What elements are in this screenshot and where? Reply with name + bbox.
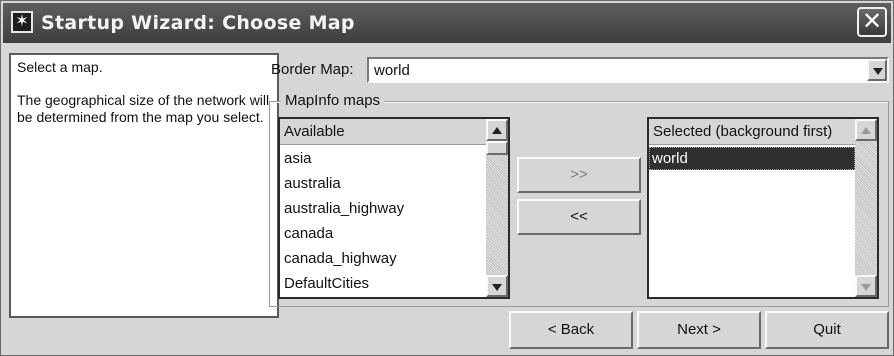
- description-panel: Select a map. The geographical size of t…: [9, 53, 279, 318]
- description-text: The geographical size of the network wil…: [17, 92, 270, 125]
- quit-button[interactable]: Quit: [765, 311, 889, 349]
- list-item[interactable]: asia: [280, 146, 404, 171]
- chevron-down-icon: [873, 68, 883, 75]
- scroll-thumb[interactable]: [486, 141, 508, 155]
- scroll-down-button[interactable]: [855, 275, 877, 297]
- available-list[interactable]: Available asia australia australia_highw…: [278, 117, 510, 299]
- star-icon: ✶: [11, 11, 33, 33]
- scroll-up-button[interactable]: [855, 119, 877, 141]
- border-map-value: world: [374, 62, 410, 79]
- list-item[interactable]: australia: [280, 171, 404, 196]
- dropdown-arrow-button[interactable]: [867, 59, 887, 81]
- scroll-down-button[interactable]: [486, 275, 508, 297]
- selected-items: world: [649, 146, 855, 170]
- remove-button[interactable]: <<: [517, 199, 641, 235]
- next-button[interactable]: Next >: [637, 311, 761, 349]
- selected-header: Selected (background first): [649, 119, 855, 145]
- list-item[interactable]: canada_highway: [280, 246, 404, 271]
- arrow-down-icon: [861, 284, 871, 291]
- list-item[interactable]: DefaultCities: [280, 271, 404, 296]
- window-title: Startup Wizard: Choose Map: [41, 12, 355, 34]
- back-button[interactable]: < Back: [509, 311, 633, 349]
- close-icon[interactable]: ✕: [857, 7, 887, 37]
- available-scrollbar[interactable]: [486, 119, 508, 297]
- arrow-up-icon: [492, 127, 502, 134]
- scroll-up-button[interactable]: [486, 119, 508, 141]
- list-item[interactable]: world: [649, 147, 855, 170]
- list-item[interactable]: canada: [280, 221, 404, 246]
- description-heading: Select a map.: [17, 59, 103, 75]
- arrow-down-icon: [492, 284, 502, 291]
- add-button[interactable]: >>: [517, 157, 641, 193]
- list-item[interactable]: australia_highway: [280, 196, 404, 221]
- title-bar[interactable]: ✶ Startup Wizard: Choose Map ✕: [3, 3, 891, 43]
- available-items: asia australia australia_highway canada …: [280, 146, 404, 296]
- selected-list[interactable]: Selected (background first) world: [647, 117, 879, 299]
- arrow-up-icon: [861, 127, 871, 134]
- startup-wizard-window: ✶ Startup Wizard: Choose Map ✕ Select a …: [0, 0, 894, 356]
- border-map-label: Border Map:: [271, 61, 354, 78]
- selected-scrollbar[interactable]: [855, 119, 877, 297]
- mapinfo-maps-label: MapInfo maps: [281, 92, 385, 109]
- available-header: Available: [280, 119, 486, 145]
- border-map-dropdown[interactable]: world: [367, 57, 889, 83]
